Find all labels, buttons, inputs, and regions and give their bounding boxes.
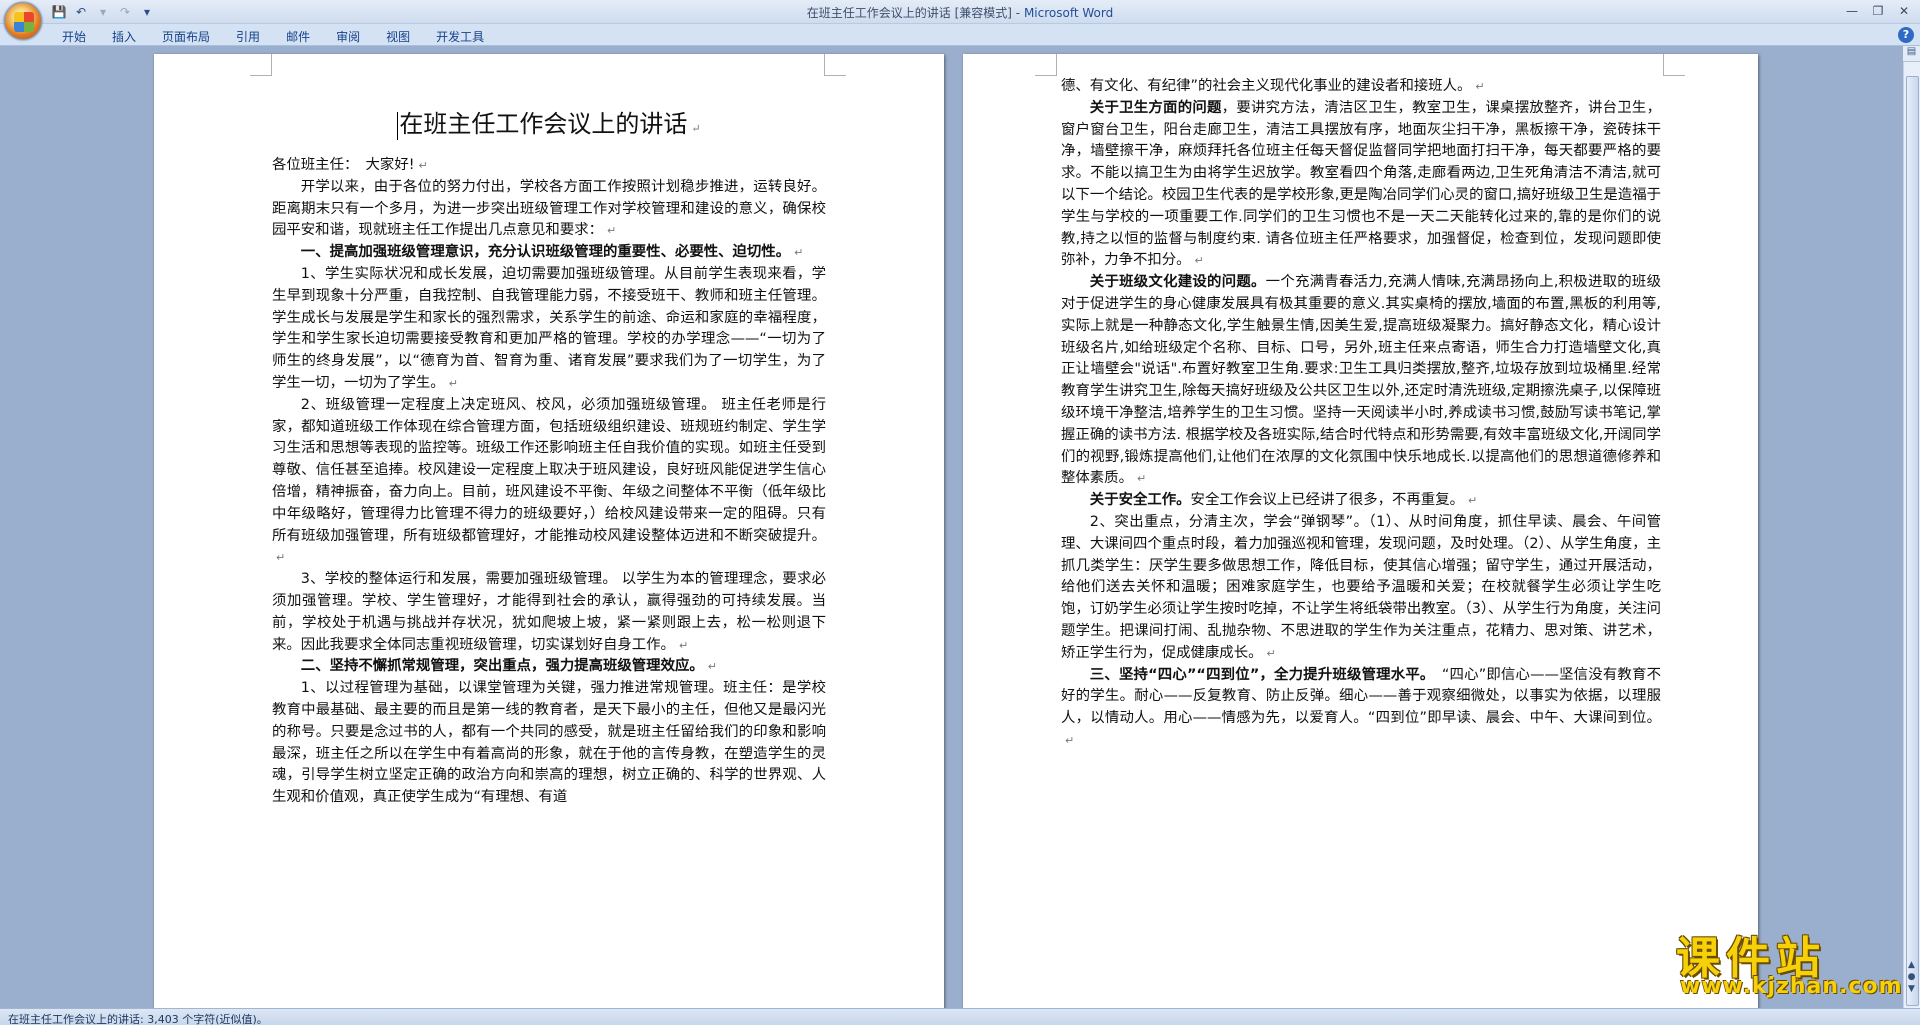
paragraph-mark-icon: ↵ <box>691 122 701 135</box>
paragraph[interactable]: 3、学校的整体运行和发展，需要加强班级管理。 以学生为本的管理理念，要求必须加强… <box>272 569 826 656</box>
paragraph-text: 1、以过程管理为基础，以课堂管理为关键，强力推进常规管理。班主任：是学校教育中最… <box>272 680 826 806</box>
close-icon[interactable]: ✕ <box>1892 2 1916 20</box>
paragraph-text: 一、提高加强班级管理意识，充分认识班级管理的重要性、必要性、迫切性。 <box>300 244 791 261</box>
page-left-body[interactable]: 在班主任工作会议上的讲话 ↵ 各位班主任： 大家好! ↵ 开学以来，由于各位的努力付出… <box>272 104 826 809</box>
tab-review[interactable]: 审阅 <box>324 24 374 46</box>
crop-mark <box>250 54 272 76</box>
paragraph-text: 二、坚持不懈抓常规管理，突出重点，强力提高班级管理效应。 <box>300 658 704 675</box>
tab-mailings[interactable]: 邮件 <box>274 24 324 46</box>
document-page-right[interactable]: 德、有文化、有纪律”的社会主义现代化事业的建设者和接班人。 ↵ 关于卫生方面的问题，… <box>963 54 1758 1008</box>
window-title-sep: - <box>1011 6 1024 20</box>
tab-developer[interactable]: 开发工具 <box>424 24 498 46</box>
paragraph[interactable]: 1、以过程管理为基础，以课堂管理为关键，强力推进常规管理。班主任：是学校教育中最… <box>272 678 826 809</box>
tab-view[interactable]: 视图 <box>374 24 424 46</box>
paragraph-mark-icon: ↵ <box>707 660 717 674</box>
prev-page-icon[interactable]: ▲ <box>1908 960 1915 970</box>
paragraph-mark-icon: ↵ <box>1194 254 1204 268</box>
paragraph[interactable]: 二、坚持不懈抓常规管理，突出重点，强力提高班级管理效应。 ↵ <box>272 656 826 678</box>
paragraph[interactable]: 德、有文化、有纪律”的社会主义现代化事业的建设者和接班人。 ↵ <box>1061 76 1661 98</box>
paragraph-text: 德、有文化、有纪律”的社会主义现代化事业的建设者和接班人。 <box>1061 78 1472 94</box>
paragraph[interactable]: 2、班级管理一定程度上决定班风、校风，必须加强班级管理。 班主任老师是行家，都知… <box>272 395 826 569</box>
status-bar: 在班主任工作会议上的讲话: 3,403 个字符(近似值)。 <box>0 1008 1920 1025</box>
paragraph-text: 1、学生实际状况和成长发展，迫切需要加强班级管理。从目前学生表现来看，学生早到现… <box>272 265 826 391</box>
tab-insert[interactable]: 插入 <box>100 24 150 46</box>
tab-home[interactable]: 开始 <box>50 24 100 46</box>
crop-mark <box>1035 54 1057 76</box>
paragraph-mark-icon: ↵ <box>678 638 689 652</box>
minimize-icon[interactable]: — <box>1840 2 1864 20</box>
paragraph-mark-icon: ↵ <box>418 159 428 172</box>
watermark-url: www.kjzhan.com <box>1680 974 1903 999</box>
paragraph-mark-icon: ↵ <box>1266 646 1276 660</box>
paragraph-lead: 关于安全工作。 <box>1089 492 1191 509</box>
scrollbar-thumb[interactable] <box>1906 76 1919 1006</box>
office-logo-icon <box>14 12 34 32</box>
paragraph[interactable]: 关于卫生方面的问题，要讲究方法，清洁区卫生，教室卫生，课桌摆放整齐，讲台卫生，窗… <box>1061 98 1661 272</box>
browse-nav: ▲ ● ▼ <box>1903 960 1920 994</box>
paragraph[interactable]: 关于安全工作。安全工作会议上已经讲了很多，不再重复。 ↵ <box>1061 490 1661 512</box>
window-title: 在班主任工作会议上的讲话 [兼容模式] - Microsoft Word <box>0 4 1920 21</box>
paragraph-mark-icon: ↵ <box>1136 472 1147 486</box>
office-button[interactable] <box>4 2 42 40</box>
paragraph[interactable]: 2、突出重点，分清主次，学会“弹钢琴”。（1）、从时间角度，抓住早读、晨会、午间… <box>1061 512 1661 665</box>
window-title-doc: 在班主任工作会议上的讲话 [兼容模式] <box>806 6 1012 20</box>
paragraph-mark-icon: ↵ <box>607 224 617 238</box>
paragraph-text: 一个充满青春活力,充满人情味,充满昂扬向上,积极进取的班级对于促进学生的身心健康… <box>1061 274 1661 487</box>
select-browse-object-icon[interactable]: ● <box>1908 972 1916 982</box>
ruler-toggle-icon[interactable]: ▤ <box>1903 46 1920 62</box>
document-workspace[interactable]: 在班主任工作会议上的讲话 ↵ 各位班主任： 大家好! ↵ 开学以来，由于各位的努力付出… <box>0 46 1920 1008</box>
crop-mark <box>824 54 846 76</box>
paragraph-text: 2、突出重点，分清主次，学会“弹钢琴”。（1）、从时间角度，抓住早读、晨会、午间… <box>1061 513 1661 661</box>
ribbon-tab-bar: 开始 插入 页面布局 引用 邮件 审阅 视图 开发工具 ? <box>0 24 1920 46</box>
document-title[interactable]: 在班主任工作会议上的讲话 ↵ <box>272 104 826 149</box>
document-page-left[interactable]: 在班主任工作会议上的讲话 ↵ 各位班主任： 大家好! ↵ 开学以来，由于各位的努力付出… <box>154 54 944 1008</box>
window-controls: — ❐ ✕ <box>1840 2 1916 20</box>
paragraph[interactable]: 三、坚持“四心”“四到位”，全力提升班级管理水平。 “四心”即信心——坚信没有教… <box>1061 665 1661 752</box>
tab-references[interactable]: 引用 <box>224 24 274 46</box>
paragraph[interactable]: 一、提高加强班级管理意识，充分认识班级管理的重要性、必要性、迫切性。 ↵ <box>272 242 826 264</box>
paragraph-mark-icon: ↵ <box>794 246 804 260</box>
paragraph-mark-icon: ↵ <box>448 376 458 390</box>
window-title-app: Microsoft Word <box>1023 6 1114 20</box>
tab-page-layout[interactable]: 页面布局 <box>150 24 224 46</box>
restore-icon[interactable]: ❐ <box>1866 2 1890 20</box>
watermark-logo: 课件站 www.kjzhan.com <box>1670 922 1905 1004</box>
paragraph[interactable]: 1、学生实际状况和成长发展，迫切需要加强班级管理。从目前学生表现来看，学生早到现… <box>272 264 826 395</box>
paragraph-lead: 关于卫生方面的问题 <box>1089 99 1222 116</box>
vertical-scrollbar[interactable] <box>1903 46 1920 1008</box>
ribbon-tabs: 开始 插入 页面布局 引用 邮件 审阅 视图 开发工具 <box>50 24 498 46</box>
paragraph[interactable]: 关于班级文化建设的问题。一个充满青春活力,充满人情味,充满昂扬向上,积极进取的班… <box>1061 272 1661 490</box>
paragraph-mark-icon: ↵ <box>1475 80 1485 93</box>
paragraph-mark-icon: ↵ <box>276 551 286 565</box>
crop-mark <box>1663 54 1685 76</box>
paragraph-text: 2、班级管理一定程度上决定班风、校风，必须加强班级管理。 班主任老师是行家，都知… <box>272 396 826 544</box>
paragraph-mark-icon: ↵ <box>1467 494 1478 508</box>
paragraph-text: 3、学校的整体运行和发展，需要加强班级管理。 以学生为本的管理理念，要求必须加强… <box>272 571 826 653</box>
title-bar: 💾 ↶ ▾ ↷ ▾ 在班主任工作会议上的讲话 [兼容模式] - Microsof… <box>0 0 1920 24</box>
document-title-text: 在班主任工作会议上的讲话 <box>399 110 688 138</box>
paragraph[interactable]: 各位班主任： 大家好! ↵ <box>272 155 826 177</box>
help-icon[interactable]: ? <box>1898 27 1914 43</box>
paragraph-text: 各位班主任： 大家好! <box>272 157 415 173</box>
paragraph-lead: 关于班级文化建设的问题。 <box>1089 274 1266 291</box>
paragraph-lead: 三、坚持“四心”“四到位”，全力提升班级管理水平。 <box>1089 666 1428 683</box>
paragraph-mark-icon: ↵ <box>1065 733 1075 747</box>
paragraph-text: ，要讲究方法，清洁区卫生，教室卫生，课桌摆放整齐，讲台卫生，窗户窗台卫生，阳台走… <box>1061 99 1661 269</box>
paragraph-text: 开学以来，由于各位的努力付出，学校各方面工作按照计划稳步推进，运转良好。距离期末… <box>272 178 826 239</box>
paragraph[interactable]: 开学以来，由于各位的努力付出，学校各方面工作按照计划稳步推进，运转良好。距离期末… <box>272 177 826 242</box>
status-word-count[interactable]: 在班主任工作会议上的讲话: 3,403 个字符(近似值)。 <box>8 1011 268 1025</box>
paragraph-text: 安全工作会议上已经讲了很多，不再重复。 <box>1190 492 1464 509</box>
next-page-icon[interactable]: ▼ <box>1908 984 1915 994</box>
page-right-body[interactable]: 德、有文化、有纪律”的社会主义现代化事业的建设者和接班人。 ↵ 关于卫生方面的问题，… <box>1061 76 1661 752</box>
